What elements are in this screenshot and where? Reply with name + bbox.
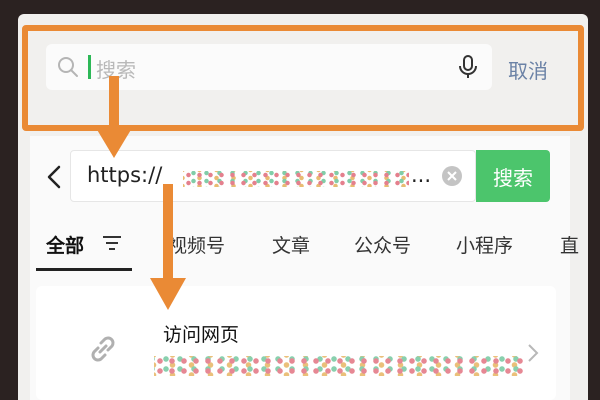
tab-all[interactable]: 全部 [46, 231, 84, 258]
result-url-redacted [154, 356, 524, 376]
url-ellipsis: ... [411, 163, 432, 187]
back-arrow-icon[interactable] [44, 163, 64, 191]
filter-icon[interactable] [102, 235, 122, 251]
url-redacted [183, 171, 409, 187]
search-button[interactable]: 搜索 [476, 150, 550, 202]
annotation-arrow-1 [96, 76, 132, 158]
clear-icon[interactable] [441, 165, 463, 187]
result-title: 访问网页 [163, 324, 240, 346]
tab-live[interactable]: 直 [560, 231, 579, 258]
tab-articles[interactable]: 文章 [272, 231, 310, 258]
chevron-right-icon [528, 344, 539, 362]
visit-webpage-result[interactable]: 访问网页 [36, 286, 556, 400]
active-tab-indicator [36, 268, 132, 271]
annotation-arrow-2 [150, 184, 186, 310]
tab-mini-programs[interactable]: 小程序 [456, 231, 513, 258]
link-icon [91, 336, 115, 362]
tab-official-accounts[interactable]: 公众号 [354, 231, 411, 258]
